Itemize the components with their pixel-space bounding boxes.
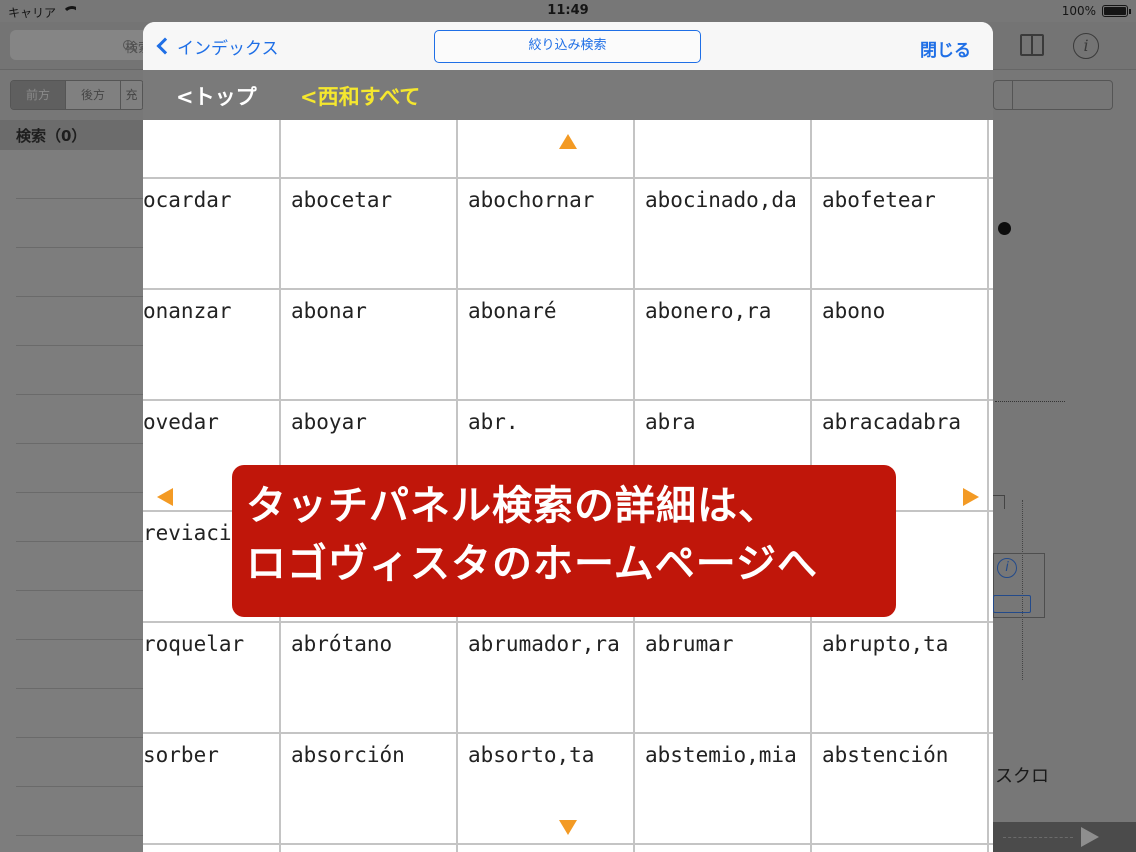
- chevron-left-icon: [156, 37, 174, 55]
- secondary-segmented-control[interactable]: [993, 80, 1113, 110]
- word-cell[interactable]: abonaré: [457, 289, 632, 398]
- scroll-left-arrow-icon[interactable]: [157, 488, 173, 506]
- segment-prefix[interactable]: 前方: [11, 81, 66, 109]
- word-cell[interactable]: abocetar: [280, 178, 455, 287]
- bullet-dot: [998, 222, 1011, 235]
- filter-search-button[interactable]: 絞り込み検索: [434, 30, 701, 63]
- word-cell[interactable]: [811, 120, 986, 176]
- info-icon[interactable]: i: [997, 558, 1017, 578]
- grid-row-divider: [143, 843, 993, 845]
- screen: キャリア 11:49 100% 検索 i 前方 後方 充 検索（0） i スクロ…: [0, 0, 1136, 852]
- search-icon: [123, 40, 133, 50]
- word-cell[interactable]: absorto,ta: [457, 733, 632, 842]
- breadcrumb-current-link[interactable]: <西和すべて: [300, 81, 420, 111]
- word-cell[interactable]: abstemio,mia: [634, 733, 809, 842]
- modal-nav-bar: インデックス 絞り込み検索 閉じる: [143, 22, 993, 70]
- word-cell[interactable]: sorber: [143, 733, 279, 842]
- word-cell[interactable]: [280, 120, 455, 176]
- index-modal: インデックス 絞り込み検索 閉じる <トップ <西和すべて ocardar abo…: [143, 22, 993, 852]
- search-mode-segmented-control[interactable]: 前方 後方 充: [10, 80, 144, 110]
- word-cell[interactable]: abrumador,ra: [457, 622, 632, 731]
- banner-line-2: ロゴヴィスタのホームページへ: [246, 541, 818, 587]
- progress-track[interactable]: [1003, 837, 1073, 838]
- info-icon[interactable]: i: [1073, 33, 1099, 59]
- word-cell[interactable]: abonar: [280, 289, 455, 398]
- audio-player[interactable]: [993, 822, 1136, 852]
- scroll-up-arrow-icon[interactable]: [559, 134, 577, 149]
- word-cell[interactable]: abochornar: [457, 178, 632, 287]
- word-cell[interactable]: abstención: [811, 733, 986, 842]
- scroll-down-arrow-icon[interactable]: [559, 820, 577, 835]
- search-small-button[interactable]: [993, 595, 1031, 613]
- banner-line-1: タッチパネル検索の詳細は、: [246, 483, 779, 529]
- clock: 11:49: [547, 3, 589, 18]
- scroll-right-arrow-icon[interactable]: [963, 488, 979, 506]
- word-cell[interactable]: abono: [811, 289, 986, 398]
- word-cell[interactable]: [143, 120, 279, 176]
- battery-percent: 100%: [1061, 4, 1096, 18]
- word-cell[interactable]: [634, 120, 809, 176]
- status-bar: キャリア 11:49 100%: [0, 0, 1136, 22]
- word-cell[interactable]: abrupto,ta: [811, 622, 986, 731]
- word-cell[interactable]: [457, 120, 632, 176]
- back-button[interactable]: インデックス: [155, 33, 279, 59]
- book-icon[interactable]: [1020, 34, 1044, 56]
- breadcrumb: <トップ <西和すべて: [143, 70, 993, 120]
- play-icon[interactable]: [1081, 827, 1099, 847]
- word-cell[interactable]: onanzar: [143, 289, 279, 398]
- word-cell[interactable]: roquelar: [143, 622, 279, 731]
- promo-banner[interactable]: タッチパネル検索の詳細は、 ロゴヴィスタのホームページへ: [232, 465, 896, 617]
- back-button-label: インデックス: [177, 38, 279, 59]
- bracket-mark: [993, 495, 1005, 509]
- word-cell[interactable]: ocardar: [143, 178, 279, 287]
- word-cell[interactable]: abocinado,da: [634, 178, 809, 287]
- word-cell[interactable]: abonero,ra: [634, 289, 809, 398]
- breadcrumb-top-link[interactable]: <トップ: [176, 81, 257, 111]
- segment-suffix[interactable]: 後方: [66, 81, 121, 109]
- word-cell[interactable]: absorción: [280, 733, 455, 842]
- word-cell[interactable]: abrumar: [634, 622, 809, 731]
- word-cell[interactable]: abrótano: [280, 622, 455, 731]
- battery-icon: [1102, 5, 1131, 17]
- close-button[interactable]: 閉じる: [920, 36, 971, 61]
- divider: [995, 401, 1065, 402]
- grid-column-divider: [987, 120, 989, 852]
- segment-other[interactable]: 充: [121, 81, 143, 109]
- content-fragment: スクロ: [995, 766, 1049, 787]
- word-cell[interactable]: abofetear: [811, 178, 986, 287]
